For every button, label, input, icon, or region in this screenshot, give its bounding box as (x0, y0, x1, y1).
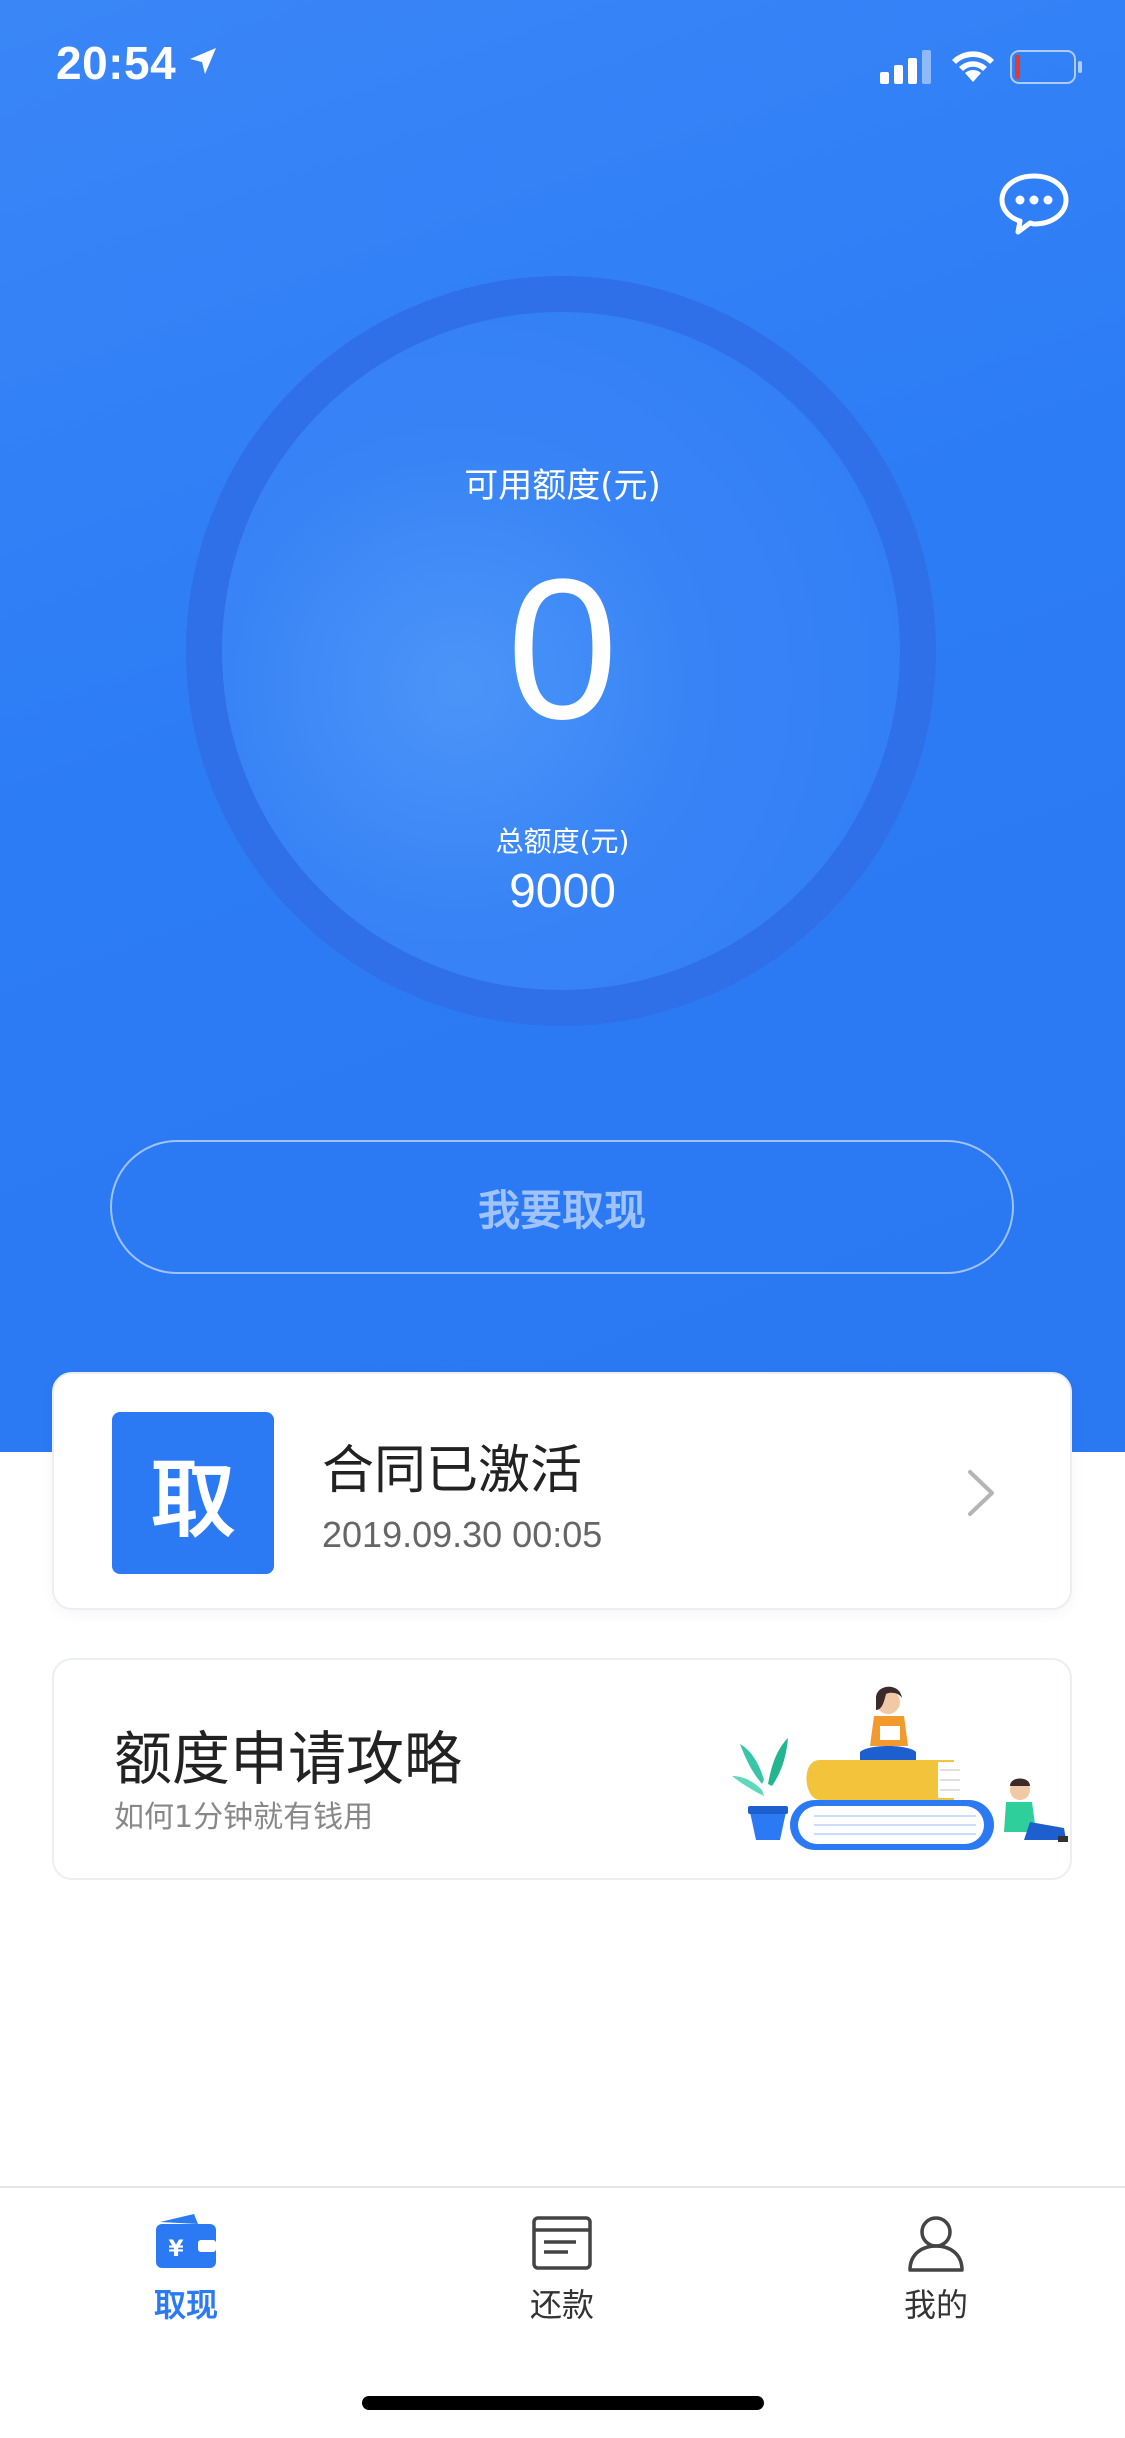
location-arrow-icon (190, 48, 216, 74)
tab-mine-label: 我的 (903, 2286, 968, 2324)
battery-icon (1010, 50, 1082, 84)
user-icon (908, 2216, 964, 2272)
signal-icon (880, 50, 931, 84)
contract-date: 2019.09.30 00:05 (322, 1514, 603, 1555)
available-credit-value: 0 (506, 538, 619, 761)
guide-title: 额度申请攻略 (114, 1725, 463, 1793)
guide-card[interactable]: 额度申请攻略 如何1分钟就有钱用 (52, 1658, 1072, 1880)
available-credit-label: 可用额度(元) (464, 466, 661, 506)
withdraw-button[interactable]: 我要取现 (110, 1140, 1014, 1274)
tab-mine[interactable]: 我的 (836, 2212, 1036, 2326)
wifi-icon (952, 51, 994, 82)
wallet-yen-icon: ¥ (156, 2214, 216, 2268)
chat-icon[interactable] (998, 172, 1070, 236)
svg-text:¥: ¥ (168, 2237, 184, 2262)
contract-title: 合同已激活 (322, 1441, 583, 1501)
contract-badge: 取 (112, 1412, 274, 1574)
total-credit-label: 总额度(元) (495, 825, 630, 858)
guide-subtitle: 如何1分钟就有钱用 (114, 1800, 374, 1835)
tab-repay-label: 还款 (529, 2286, 594, 2324)
tab-withdraw-label: 取现 (153, 2286, 218, 2324)
tab-withdraw[interactable]: ¥ 取现 (86, 2212, 286, 2326)
contract-card[interactable]: 取 合同已激活 2019.09.30 00:05 (52, 1372, 1072, 1610)
tab-repay[interactable]: 还款 (462, 2212, 662, 2326)
status-time: 20:54 (56, 37, 177, 89)
bill-icon (532, 2216, 592, 2270)
chevron-right-icon (968, 1470, 994, 1516)
home-indicator[interactable] (362, 2396, 764, 2410)
total-credit-value: 9000 (509, 865, 616, 918)
reading-illustration (732, 1686, 1068, 1850)
